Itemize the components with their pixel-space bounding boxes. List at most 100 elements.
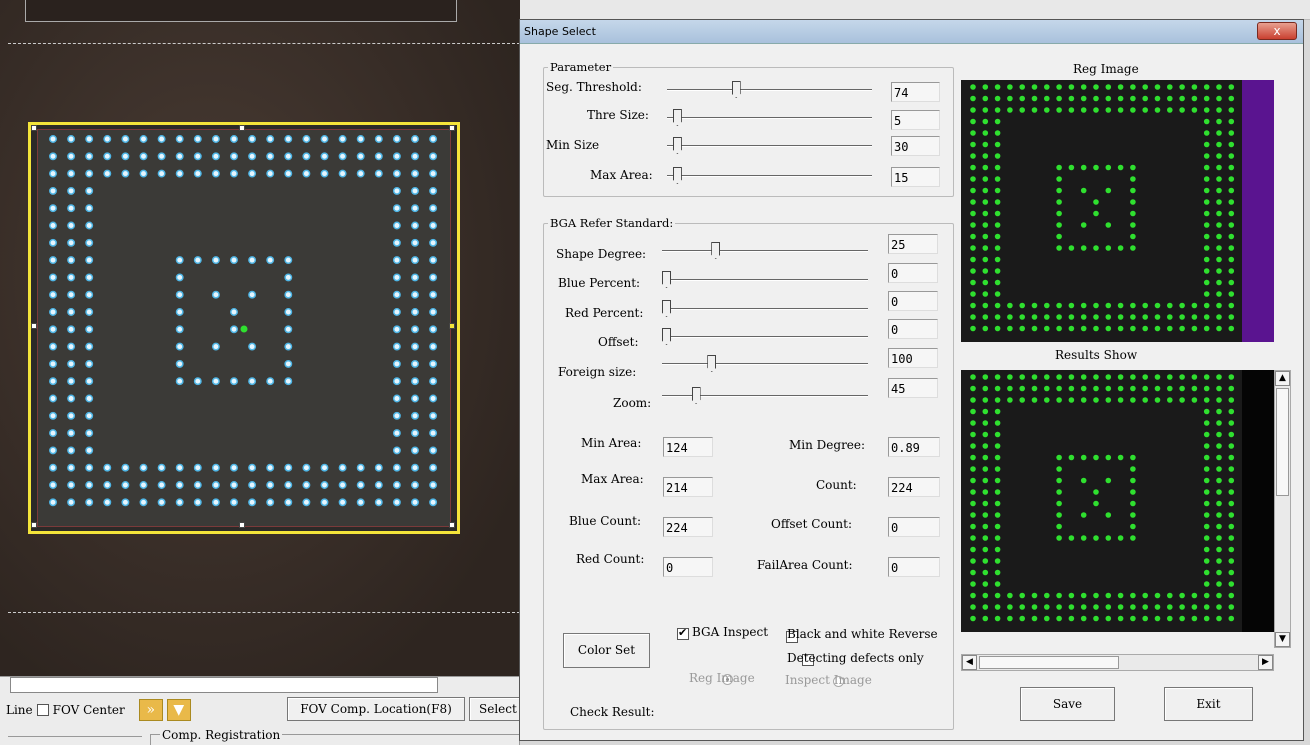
bga-ball: [284, 481, 293, 489]
bga-ball: [1130, 592, 1136, 599]
bga-ball: [994, 615, 1001, 622]
resize-handle-right[interactable]: [449, 323, 455, 329]
foreign-size-slider[interactable]: [662, 354, 868, 374]
horizontal-scrollbar[interactable]: [10, 677, 438, 693]
offset-field[interactable]: 0: [888, 319, 938, 339]
reg-image-panel[interactable]: [961, 80, 1274, 342]
scroll-left-arrow-icon[interactable]: ◀: [962, 655, 977, 670]
check-result-label: Check Result:: [570, 705, 655, 719]
scroll-up-arrow-icon[interactable]: ▲: [1275, 371, 1290, 386]
bga-ball: [970, 233, 976, 240]
zoom-field[interactable]: 45: [888, 378, 938, 398]
bga-ball: [139, 498, 148, 507]
bga-ball: [1228, 454, 1235, 461]
bga-ball: [429, 411, 438, 420]
blue-percent-field[interactable]: 0: [888, 263, 938, 283]
bga-ball: [1167, 592, 1173, 599]
vertical-scroll-thumb[interactable]: [1276, 388, 1289, 496]
resize-handle-bottom-right[interactable]: [449, 522, 455, 528]
select-button[interactable]: Select: [469, 697, 520, 721]
foreign-size-field[interactable]: 100: [888, 348, 938, 368]
fov-center-checkbox[interactable]: [36, 704, 49, 716]
bga-ball: [1019, 314, 1025, 320]
bga-ball: [970, 512, 976, 518]
bga-ball: [85, 481, 94, 489]
bga-ball: [994, 314, 1001, 320]
red-percent-field[interactable]: 0: [888, 291, 938, 311]
bga-ball: [1117, 385, 1124, 392]
max-area-field[interactable]: 15: [891, 167, 940, 187]
shape-degree-field[interactable]: 25: [888, 234, 938, 254]
bga-ball: [374, 463, 383, 472]
bga-ball: [982, 615, 989, 622]
resize-handle-top-left[interactable]: [31, 125, 37, 131]
bga-ball: [67, 481, 76, 489]
bga-ball: [1130, 245, 1136, 251]
bga-ball: [356, 152, 365, 161]
bga-ball: [970, 302, 976, 309]
min-size-slider[interactable]: [667, 136, 872, 156]
bga-inspect-checkbox[interactable]: [677, 626, 689, 640]
bga-ball: [1167, 325, 1173, 332]
bga-ball: [1203, 592, 1210, 599]
bga-component-selection[interactable]: [28, 122, 460, 534]
results-vertical-scrollbar[interactable]: ▲ ▼: [1274, 370, 1291, 648]
bga-ball: [302, 169, 311, 178]
results-horizontal-scrollbar[interactable]: ◀ ▶: [961, 654, 1274, 671]
bga-ball: [1019, 397, 1025, 403]
bga-ball: [302, 481, 311, 489]
resize-handle-bottom[interactable]: [239, 522, 245, 528]
bga-ball: [970, 385, 976, 392]
bga-ball: [411, 498, 419, 507]
shape-degree-slider[interactable]: [662, 241, 868, 261]
bga-ball: [103, 169, 112, 178]
dialog-titlebar[interactable]: Shape Select x: [520, 20, 1303, 44]
bga-ball: [1130, 604, 1136, 610]
zoom-slider[interactable]: [662, 386, 868, 406]
results-show-panel[interactable]: [961, 370, 1274, 632]
resize-handle-left[interactable]: [31, 323, 37, 329]
bga-ball: [1093, 95, 1099, 102]
blue-percent-slider[interactable]: [662, 270, 868, 290]
red-percent-slider[interactable]: [662, 299, 868, 319]
bga-ball: [982, 523, 989, 530]
thre-size-slider[interactable]: [667, 108, 872, 128]
save-button[interactable]: Save: [1020, 687, 1115, 721]
fov-comp-location-button[interactable]: FOV Comp. Location(F8): [287, 697, 465, 721]
bga-ball: [266, 135, 275, 143]
bga-ball: [1080, 615, 1087, 622]
resize-handle-top-right[interactable]: [449, 125, 455, 131]
bga-ball: [1216, 431, 1222, 438]
seg-threshold-slider[interactable]: [667, 80, 872, 100]
max-area-slider[interactable]: [667, 166, 872, 186]
bga-ball: [1228, 118, 1235, 125]
scroll-down-arrow-icon[interactable]: ▼: [1275, 632, 1290, 647]
seg-threshold-field[interactable]: 74: [891, 82, 940, 102]
bga-ball: [211, 463, 220, 472]
exit-button[interactable]: Exit: [1164, 687, 1253, 721]
horizontal-scroll-thumb[interactable]: [979, 656, 1119, 669]
scroll-right-arrow-icon[interactable]: ▶: [1258, 655, 1273, 670]
triangle-down-icon[interactable]: ▼: [166, 699, 191, 721]
failarea-count-field: 0: [888, 557, 940, 577]
thre-size-field[interactable]: 5: [891, 110, 940, 130]
bga-ball: [1130, 615, 1136, 622]
color-set-button[interactable]: Color Set: [563, 633, 650, 668]
bga-ball: [1117, 95, 1124, 102]
board-camera-view[interactable]: Line FOV Center » ▼ FOV Comp. Location(F…: [0, 0, 520, 745]
double-chevron-down-icon[interactable]: »: [138, 699, 163, 721]
bga-ball: [1228, 176, 1235, 182]
bga-ball: [1154, 385, 1161, 392]
resize-handle-top[interactable]: [239, 125, 245, 131]
bga-ball: [1130, 107, 1136, 113]
thre-size-label: Thre Size:: [587, 108, 649, 122]
bga-ball: [994, 130, 1001, 136]
bga-ball: [1117, 84, 1124, 90]
offset-slider[interactable]: [662, 327, 868, 347]
bga-ball: [970, 523, 976, 530]
resize-handle-bottom-left[interactable]: [31, 522, 37, 528]
close-button[interactable]: x: [1257, 22, 1297, 40]
min-size-field[interactable]: 30: [891, 136, 940, 156]
bga-ball: [67, 429, 76, 438]
bga-ball: [121, 463, 130, 472]
